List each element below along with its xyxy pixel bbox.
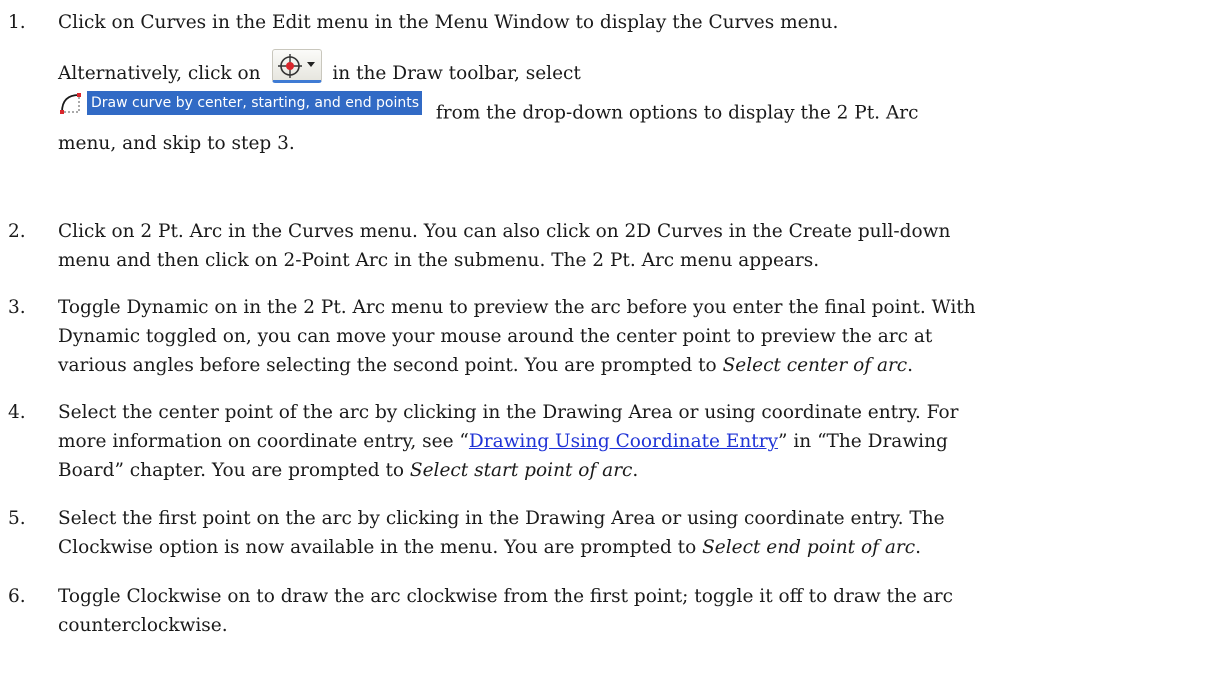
step-text-line: Click on Curves in the Edit menu in the … (58, 12, 839, 33)
step-number: 1. (8, 12, 26, 33)
step-text-segment: ” in “The Drawing (778, 431, 948, 452)
step-text-segment: . (632, 460, 639, 481)
instruction-document: 1. Click on Curves in the Edit menu in t… (0, 0, 1217, 695)
menu-option-arc-center-start-end[interactable]: Draw curve by center, starting, and end … (58, 89, 423, 116)
step-text-line: Select the first point on the arc by cli… (58, 508, 945, 529)
menu-option-label: Draw curve by center, starting, and end … (87, 90, 423, 115)
prompt-text: Select start point of arc (409, 460, 633, 481)
step-text-segment: Clockwise option is now available in the… (58, 537, 703, 558)
step-text-line: Click on 2 Pt. Arc in the Curves menu. Y… (58, 221, 951, 242)
step-text-line: Toggle Dynamic on in the 2 Pt. Arc menu … (58, 297, 976, 318)
step-text-line: Select the center point of the arc by cl… (58, 402, 959, 423)
step-text-segment: various angles before selecting the seco… (58, 355, 723, 376)
coordinate-entry-link[interactable]: Drawing Using Coordinate Entry (469, 431, 778, 452)
step-text-segment: in the Draw toolbar, select (332, 63, 581, 84)
step-text-segment: . (915, 537, 921, 558)
step-text-line: Toggle Clockwise on to draw the arc cloc… (58, 586, 953, 607)
step-text-line: menu, and skip to step 3. (58, 133, 295, 154)
step-text-line: counterclockwise. (58, 615, 228, 636)
step-text-segment: Board” chapter. You are prompted to (58, 460, 410, 481)
curves-dropdown-icon (278, 54, 303, 78)
arc-center-start-end-icon (60, 92, 81, 114)
prompt-text: Select end point of arc (702, 537, 916, 558)
step-text-line: menu and then click on 2-Point Arc in th… (58, 250, 820, 271)
curves-toolbar-button[interactable] (272, 49, 323, 83)
step-text-segment: more information on coordinate entry, se… (58, 431, 469, 452)
step-text-line: Dynamic toggled on, you can move your mo… (58, 326, 933, 347)
chevron-down-icon (307, 62, 316, 67)
step-text-segment: from the drop-down options to display th… (435, 102, 919, 124)
step-number: 4. (8, 402, 26, 423)
step-text-segment: . (907, 355, 914, 376)
step-number: 5. (8, 508, 26, 529)
step-number: 6. (8, 586, 26, 607)
step-text-segment: Alternatively, click on (58, 63, 261, 84)
prompt-text: Select center of arc (722, 355, 908, 376)
step-number: 3. (8, 297, 26, 318)
step-number: 2. (8, 221, 26, 242)
